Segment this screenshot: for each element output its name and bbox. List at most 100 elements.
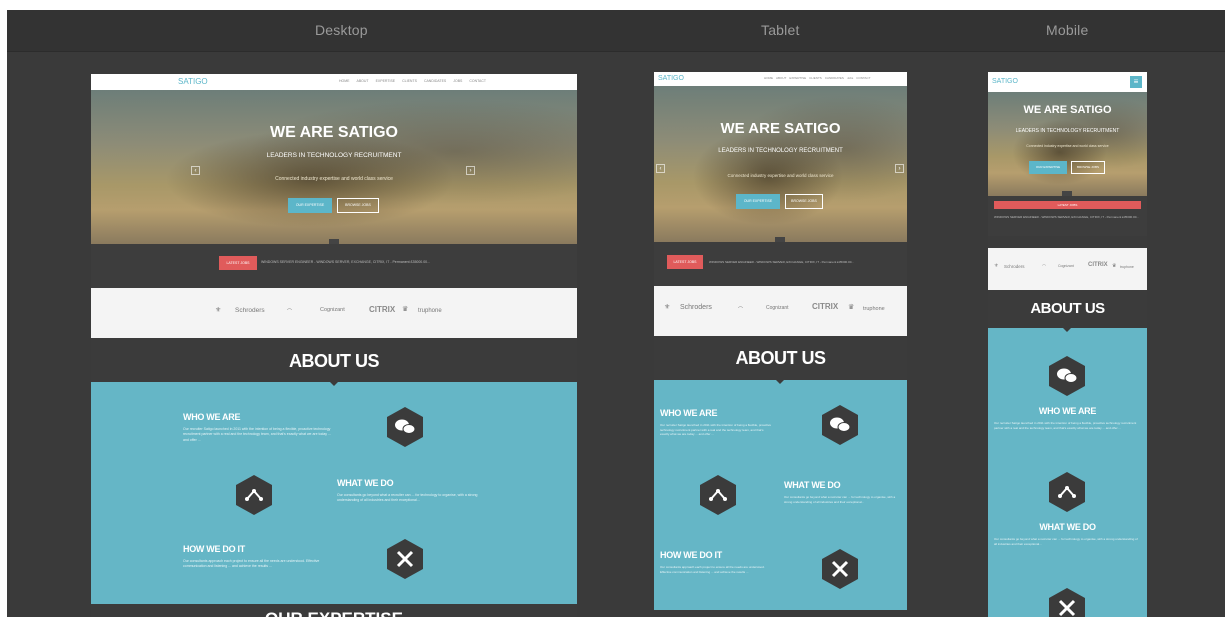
nav-candidates[interactable]: CANDIDATES [424,79,446,83]
hero-title-tablet: WE ARE SATIGO [720,120,841,137]
nav-candidates-tablet[interactable]: CANDIDATES [825,76,844,80]
client-citrix-mobile: CITRIX [1088,262,1108,268]
nav-home-tablet[interactable]: HOME [764,76,773,80]
latest-jobs-button-tablet[interactable]: LATEST JOBS [667,255,703,269]
site-logo-tablet[interactable]: SATIGO [658,75,684,82]
client-logo-shield-tablet: ♛ [848,304,855,311]
menu-icon[interactable]: ≡ [1130,76,1142,88]
latest-jobs-button[interactable]: LATEST JOBS [219,256,257,270]
client-logo-crest-tablet: ⚜ [664,304,671,311]
hero-tagline: Connected industry expertise and world c… [275,176,393,182]
what-we-do-title: WHAT WE DO [337,478,394,488]
chat-bubbles-icon [387,407,423,447]
clients-strip-mobile: ⚜ Schroders ⌒ Cognizant CITRIX ♛ truphon… [988,248,1147,290]
page: Desktop Tablet Mobile SATIGO HOME ABOUT … [0,0,1232,617]
network-icon-tablet [700,475,736,515]
who-we-are-title-mobile: WHO WE ARE [1038,406,1097,416]
client-truphone-mobile: truphone [1120,265,1134,269]
latest-jobs-button-mobile[interactable]: LATEST JOBS [994,201,1141,209]
hero-title: WE ARE SATIGO [270,124,398,141]
expertise-title: OUR EXPERTISE [91,609,577,617]
site-nav-mobile: SATIGO ≡ [988,72,1147,92]
slider-prev-icon[interactable]: ‹ [191,166,200,175]
our-expertise-button[interactable]: OUR EXPERTISE [288,198,332,213]
client-cognizant-mobile: Cognizant [1058,264,1074,268]
client-logo-shield: ♛ [402,306,409,313]
how-we-do-it-title-tablet: HOW WE DO IT [660,550,722,560]
responsive-showcase: Desktop Tablet Mobile SATIGO HOME ABOUT … [7,10,1225,617]
hero-banner-mobile: WE ARE SATIGO LEADERS IN TECHNOLOGY RECR… [988,92,1147,196]
hero-title-mobile: WE ARE SATIGO [1023,104,1112,116]
nav-contact-tablet[interactable]: CONTACT [856,76,870,80]
client-citrix: CITRIX [369,305,396,314]
clients-strip: ⚜ Schroders ⌒ Cognizant CITRIX ♛ truphon… [91,288,577,338]
client-truphone: truphone [418,308,442,314]
what-we-do-text-mobile: Our consultants go beyond what a recruit… [994,537,1138,546]
device-label-desktop: Desktop [315,22,368,38]
nav-clients[interactable]: CLIENTS [402,79,417,83]
site-nav: SATIGO HOME ABOUT EXPERTISE CLIENTS CAND… [91,74,577,90]
tools-icon-tablet [822,549,858,589]
nav-jobs[interactable]: JOBS [453,79,462,83]
site-nav-tablet: SATIGO HOME ABOUT EXPERTISE CLIENTS CAND… [654,72,907,86]
nav-about-tablet[interactable]: ABOUT [776,76,786,80]
browse-jobs-button-tablet[interactable]: BROWSE JOBS [785,194,823,209]
browse-jobs-button[interactable]: BROWSE JOBS [337,198,379,213]
network-icon-mobile [1049,472,1085,512]
hero-tagline-mobile: Connected industry expertise and world c… [1026,144,1109,148]
section-pointer [330,382,338,386]
client-cognizant: Cognizant [320,307,345,313]
what-we-do-text-tablet: Our consultants go beyond what a recruit… [784,495,896,504]
nav-home[interactable]: HOME [339,79,350,83]
latest-jobs-ticker-mobile[interactable]: WINDOWS SERVER ENGINEER - WINDOWS SERVER… [994,215,1141,219]
client-schroders: Schroders [235,307,265,314]
latest-jobs-bar: LATEST JOBS WINDOWS SERVER ENGINEER - WI… [91,244,577,288]
nav-links-tablet: HOME ABOUT EXPERTISE CLIENTS CANDIDATES … [764,76,871,80]
about-header-tablet: ABOUT US [654,336,907,380]
slider-next-icon[interactable]: › [466,166,475,175]
about-section-tablet: WHO WE ARE Our recruiter Satigo launched… [654,380,907,610]
site-logo[interactable]: SATIGO [178,77,208,86]
nav-about[interactable]: ABOUT [357,79,369,83]
nav-expertise-tablet[interactable]: EXPERTISE [789,76,806,80]
network-icon [236,475,272,515]
latest-jobs-ticker[interactable]: WINDOWS SERVER ENGINEER - WINDOWS SERVER… [261,260,443,264]
client-cognizant-tablet: Cognizant [766,305,789,311]
who-we-are-title: WHO WE ARE [183,412,241,422]
hero-banner: WE ARE SATIGO LEADERS IN TECHNOLOGY RECR… [91,90,577,244]
latest-jobs-ticker-tablet[interactable]: WINDOWS SERVER ENGINEER - WINDOWS SERVER… [709,260,889,264]
nav-contact[interactable]: CONTACT [469,79,486,83]
desktop-frame: SATIGO HOME ABOUT EXPERTISE CLIENTS CAND… [91,74,577,617]
our-expertise-button-tablet[interactable]: OUR EXPERTISE [736,194,780,209]
our-expertise-button-mobile[interactable]: OUR EXPERTISE [1029,161,1067,174]
expertise-header: OUR EXPERTISE [91,604,577,617]
nav-clients-tablet[interactable]: CLIENTS [809,76,822,80]
hero-subtitle: LEADERS IN TECHNOLOGY RECRUITMENT [266,152,402,159]
browse-jobs-button-mobile[interactable]: BROWSE JOBS [1071,161,1105,174]
site-logo-mobile[interactable]: SATIGO [992,78,1018,85]
section-pointer-mobile [1063,328,1071,332]
what-we-do-text: Our consultants go beyond what a recruit… [337,493,478,503]
device-label-bar: Desktop Tablet Mobile [7,10,1225,52]
slider-next-icon-tablet[interactable]: › [895,164,904,173]
client-logo-shield-mobile: ♛ [1112,263,1117,269]
who-we-are-text: Our recruiter Satigo launched in 2011 wi… [183,427,331,442]
how-we-do-it-text: Our consultants approach each project to… [183,559,320,569]
nav-expertise[interactable]: EXPERTISE [376,79,396,83]
what-we-do-title-mobile: WHAT WE DO [1039,522,1096,532]
who-we-are-text-tablet: Our recruiter Satigo launched in 2011 wi… [660,423,772,436]
chat-bubbles-icon-mobile [1049,356,1085,396]
tools-icon-mobile [1049,588,1085,617]
tablet-frame: SATIGO HOME ABOUT EXPERTISE CLIENTS CAND… [654,72,907,610]
client-logo-emblem-tablet: ⌒ [738,307,744,313]
about-title: ABOUT US [289,351,380,371]
client-truphone-tablet: truphone [863,306,885,312]
slider-prev-icon-tablet[interactable]: ‹ [656,164,665,173]
hero-tagline-tablet: Connected industry expertise and world c… [727,173,834,178]
how-we-do-it-text-tablet: Our consultants approach each project to… [660,565,765,574]
about-header: ABOUT US [91,338,577,382]
client-schroders-tablet: Schroders [680,304,712,311]
nav-jobs-tablet[interactable]: Jobs [847,76,853,80]
client-logo-emblem: ⌒ [287,309,293,315]
client-logo-emblem-mobile: ⌒ [1042,264,1046,269]
